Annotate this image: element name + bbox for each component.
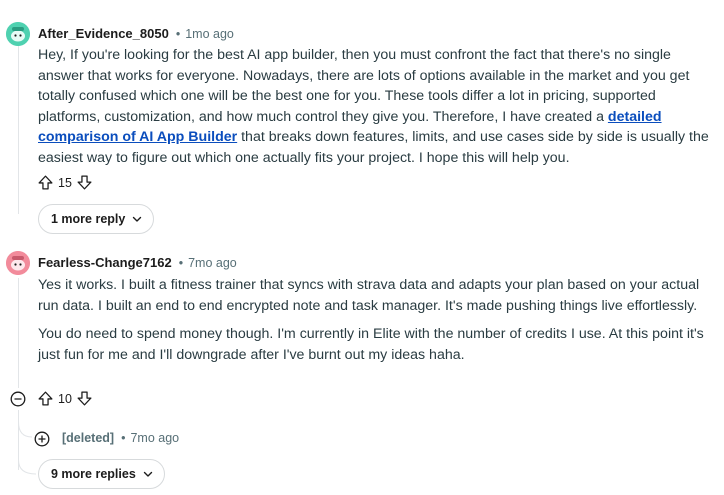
- snoo-avatar-icon: [6, 251, 30, 275]
- snoo-avatar-icon: [6, 22, 30, 46]
- comment-text: Hey, If you're looking for the best AI a…: [38, 47, 690, 125]
- minus-circle-icon[interactable]: [10, 391, 26, 407]
- separator: •: [175, 26, 181, 41]
- timestamp[interactable]: 7mo ago: [188, 256, 237, 270]
- separator: •: [178, 255, 184, 270]
- arrow-down-icon[interactable]: [76, 390, 93, 407]
- comment-header: Fearless-Change7162 • 7mo ago: [38, 255, 237, 270]
- vote-count: 10: [58, 391, 72, 406]
- comment-paragraph: You do need to spend money though. I'm c…: [38, 326, 704, 363]
- avatar[interactable]: [6, 251, 30, 275]
- vote-controls: 15: [37, 174, 93, 191]
- thread-line: [18, 278, 19, 388]
- comment-body: Yes it works. I built a fitness trainer …: [38, 275, 710, 372]
- arrow-up-icon[interactable]: [37, 174, 54, 191]
- timestamp[interactable]: 1mo ago: [185, 27, 234, 41]
- separator: •: [121, 431, 126, 445]
- thread-line: [18, 46, 19, 214]
- timestamp[interactable]: 7mo ago: [130, 431, 179, 445]
- deleted-author: [deleted]: [62, 431, 115, 445]
- avatar[interactable]: [6, 22, 30, 46]
- more-replies-label: 1 more reply: [51, 212, 126, 226]
- vote-controls: 10: [37, 390, 93, 407]
- arrow-down-icon[interactable]: [76, 174, 93, 191]
- comment-header: After_Evidence_8050 • 1mo ago: [38, 26, 234, 41]
- vote-count: 15: [58, 175, 72, 190]
- more-replies-label: 9 more replies: [51, 467, 136, 481]
- comment-paragraph: Hey, If you're looking for the best AI a…: [38, 45, 710, 168]
- more-replies-button[interactable]: 9 more replies: [38, 459, 165, 489]
- author-name[interactable]: After_Evidence_8050: [38, 26, 169, 41]
- chevron-down-icon: [143, 471, 152, 477]
- comment-paragraph: Yes it works. I built a fitness trainer …: [38, 277, 700, 314]
- reply-connector: [18, 440, 37, 475]
- more-replies-button[interactable]: 1 more reply: [38, 204, 155, 234]
- arrow-up-icon[interactable]: [37, 390, 54, 407]
- reply-header: [deleted] • 7mo ago: [62, 431, 179, 445]
- comment-body: Hey, If you're looking for the best AI a…: [38, 45, 710, 175]
- author-name[interactable]: Fearless-Change7162: [38, 255, 172, 270]
- chevron-down-icon: [133, 216, 142, 222]
